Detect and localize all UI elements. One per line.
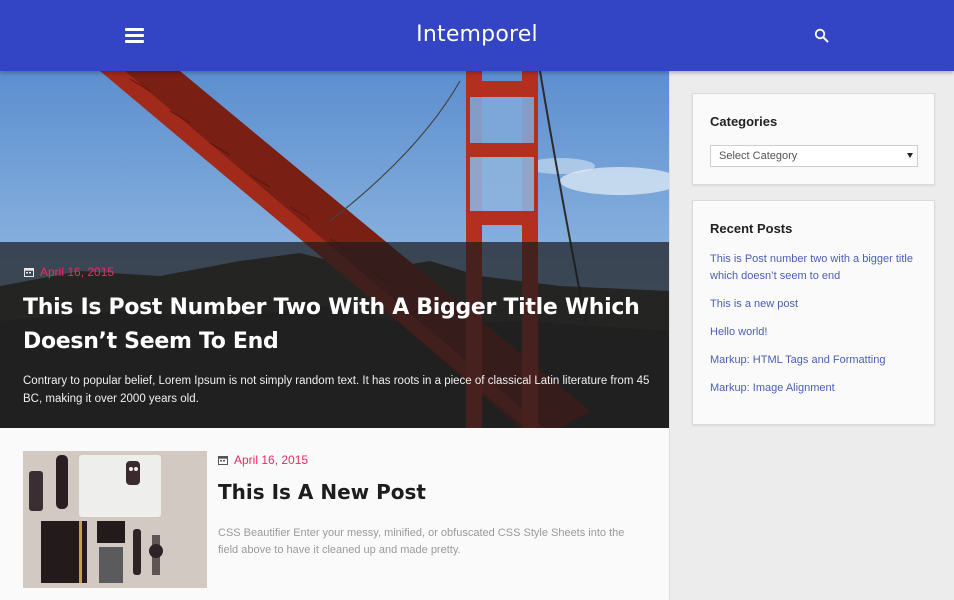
- featured-post-date: April 16, 2015: [24, 265, 114, 279]
- category-select-value: Select Category: [719, 150, 798, 162]
- featured-post-excerpt: Contrary to popular belief, Lorem Ipsum …: [23, 375, 650, 405]
- hamburger-menu-button[interactable]: [122, 24, 146, 46]
- hamburger-icon-bar: [124, 40, 144, 43]
- desk-flatlay-photo: [23, 451, 207, 588]
- recent-post-link[interactable]: This is a new post: [710, 296, 920, 313]
- post-card[interactable]: April 16, 2015 This Is A New Post CSS Be…: [0, 428, 669, 600]
- post-date-text[interactable]: April 16, 2015: [234, 453, 308, 467]
- list-item: Markup: Image Alignment: [710, 380, 920, 397]
- calendar-icon: [218, 456, 228, 465]
- post-title[interactable]: This Is A New Post: [218, 480, 426, 504]
- recent-post-link[interactable]: Hello world!: [710, 324, 920, 341]
- recent-post-link[interactable]: This is Post number two with a bigger ti…: [710, 251, 920, 285]
- post-thumbnail[interactable]: [23, 451, 207, 588]
- recent-post-link[interactable]: Markup: Image Alignment: [710, 380, 920, 397]
- recent-posts-list: This is Post number two with a bigger ti…: [710, 251, 920, 408]
- list-item: This is Post number two with a bigger ti…: [710, 251, 920, 285]
- featured-post-date-text[interactable]: April 16, 2015: [40, 265, 114, 279]
- featured-post-title[interactable]: This Is Post Number Two With A Bigger Ti…: [23, 291, 643, 359]
- categories-widget: Categories Select Category: [692, 93, 935, 185]
- caret-down-icon: [907, 153, 913, 158]
- hamburger-icon-bar: [124, 28, 144, 31]
- list-item: Hello world!: [710, 324, 920, 341]
- post-excerpt: CSS Beautifier Enter your messy, minifie…: [218, 527, 625, 556]
- recent-posts-widget: Recent Posts This is Post number two wit…: [692, 200, 935, 425]
- recent-post-link[interactable]: Markup: HTML Tags and Formatting: [710, 352, 920, 369]
- recent-posts-widget-title: Recent Posts: [710, 221, 793, 236]
- site-header: Intemporel: [0, 0, 954, 71]
- search-icon[interactable]: [813, 27, 831, 45]
- featured-post[interactable]: April 16, 2015 This Is Post Number Two W…: [0, 71, 669, 428]
- calendar-icon: [24, 268, 34, 277]
- hamburger-icon-bar: [124, 34, 144, 37]
- list-item: Markup: HTML Tags and Formatting: [710, 352, 920, 369]
- categories-widget-title: Categories: [710, 114, 778, 129]
- site-title-link[interactable]: Intemporel: [416, 22, 538, 47]
- category-select[interactable]: Select Category: [710, 145, 918, 167]
- list-item: This is a new post: [710, 296, 920, 313]
- main-content: April 16, 2015 This Is Post Number Two W…: [0, 71, 669, 600]
- sidebar: Categories Select Category Recent Posts …: [669, 71, 954, 600]
- post-date: April 16, 2015: [218, 453, 308, 467]
